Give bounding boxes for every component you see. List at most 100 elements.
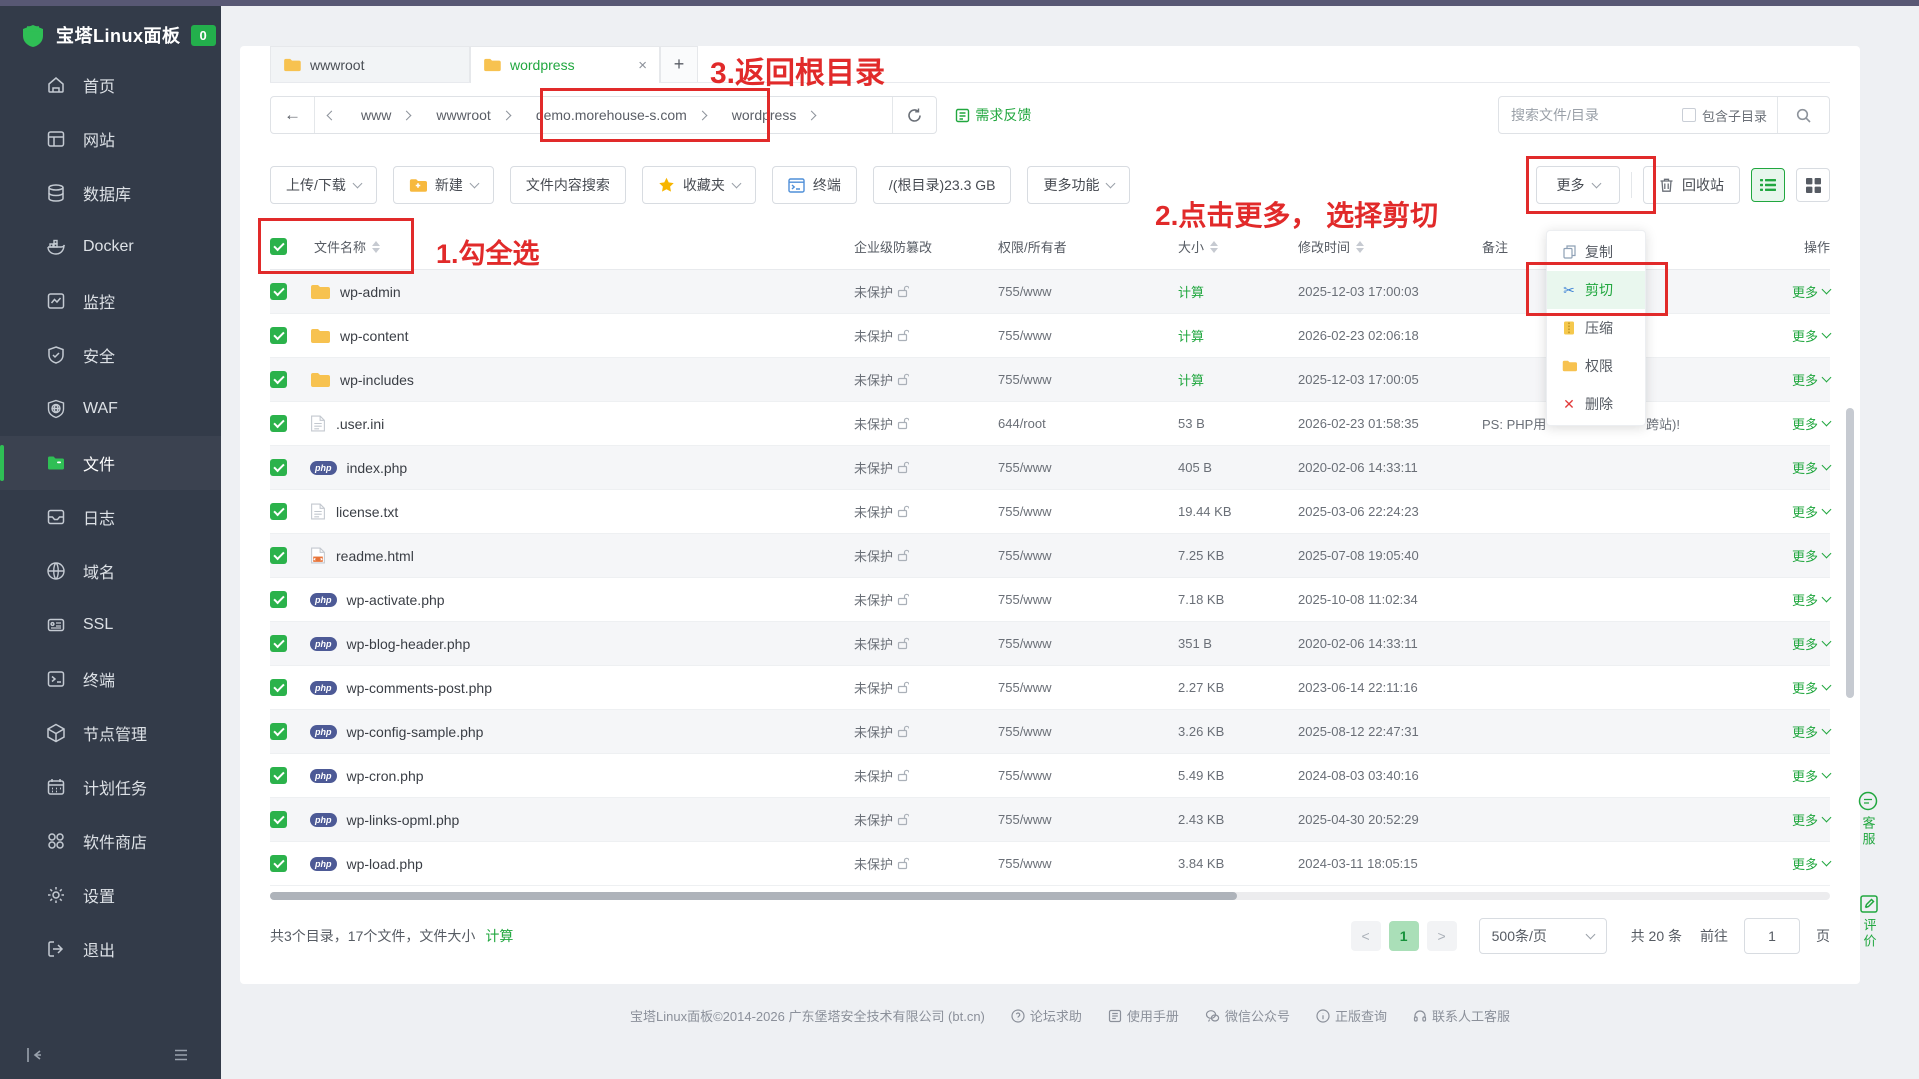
file-name[interactable]: .user.ini (336, 416, 384, 432)
file-name[interactable]: wp-blog-header.php (347, 636, 471, 652)
row-checkbox[interactable] (270, 371, 287, 388)
sidebar-item-database[interactable]: 数据库 (0, 166, 221, 220)
tab-wordpress[interactable]: wordpress × (470, 46, 660, 83)
sort-icon[interactable] (1356, 241, 1364, 253)
menu-item-delete[interactable]: ✕ 删除 (1547, 385, 1645, 423)
sidebar-item-website[interactable]: 网站 (0, 112, 221, 166)
row-checkbox[interactable] (270, 855, 287, 872)
recycle-bin-button[interactable]: 回收站 (1643, 166, 1740, 204)
file-name[interactable]: wp-links-opml.php (347, 812, 460, 828)
more-features-button[interactable]: 更多功能 (1027, 166, 1130, 204)
sidebar-item-logs[interactable]: 日志 (0, 490, 221, 544)
tab-close-icon[interactable]: × (638, 57, 647, 74)
row-more-button[interactable]: 更多 (1750, 326, 1830, 345)
more-button[interactable]: 更多 (1536, 166, 1620, 204)
row-checkbox[interactable] (270, 811, 287, 828)
breadcrumb-segment-wwwroot[interactable]: wwwroot (423, 97, 522, 133)
file-name[interactable]: wp-includes (340, 372, 414, 388)
message-count-badge[interactable]: 0 (191, 25, 216, 46)
row-more-button[interactable]: 更多 (1750, 502, 1830, 521)
file-name[interactable]: index.php (347, 460, 408, 476)
calc-total-size-link[interactable]: 计算 (485, 926, 513, 946)
row-checkbox[interactable] (270, 723, 287, 740)
sidebar-item-monitor[interactable]: 监控 (0, 274, 221, 328)
subdir-checkbox[interactable] (1682, 108, 1696, 122)
sidebar-item-appstore[interactable]: 软件商店 (0, 814, 221, 868)
row-more-button[interactable]: 更多 (1750, 546, 1830, 565)
table-row[interactable]: wp-blog-header.php 未保护 755/www 351 B 202… (270, 622, 1830, 666)
next-page-button[interactable]: > (1427, 921, 1457, 951)
table-row[interactable]: wp-activate.php 未保护 755/www 7.18 KB 2025… (270, 578, 1830, 622)
sort-icon[interactable] (1210, 241, 1218, 253)
breadcrumb-segment-site[interactable]: demo.morehouse-s.com (523, 97, 719, 133)
breadcrumb-path-input[interactable] (828, 97, 892, 133)
menu-item-cut[interactable]: ✂ 剪切 (1547, 271, 1645, 309)
row-more-button[interactable]: 更多 (1750, 722, 1830, 741)
refresh-button[interactable] (893, 97, 936, 133)
file-name[interactable]: wp-activate.php (347, 592, 445, 608)
sidebar-item-settings[interactable]: 设置 (0, 868, 221, 922)
row-more-button[interactable]: 更多 (1750, 414, 1830, 433)
upload-download-button[interactable]: 上传/下载 (270, 166, 377, 204)
new-tab-button[interactable]: + (660, 46, 698, 82)
table-row[interactable]: wp-links-opml.php 未保护 755/www 2.43 KB 20… (270, 798, 1830, 842)
row-more-button[interactable]: 更多 (1750, 854, 1830, 873)
file-name[interactable]: wp-admin (340, 284, 401, 300)
footer-link-wechat[interactable]: 微信公众号 (1205, 1006, 1290, 1025)
menu-item-perm[interactable]: 权限 (1547, 347, 1645, 385)
file-name[interactable]: readme.html (336, 548, 414, 564)
file-name[interactable]: wp-config-sample.php (347, 724, 484, 740)
include-subdir-option[interactable]: 包含子目录 (1682, 106, 1777, 125)
sidebar-item-docker[interactable]: Docker (0, 220, 221, 274)
file-name[interactable]: wp-comments-post.php (347, 680, 493, 696)
calc-size-link[interactable]: 计算 (1178, 282, 1298, 301)
file-name[interactable]: wp-cron.php (347, 768, 424, 784)
review-widget[interactable]: 评价 (1859, 894, 1879, 950)
table-row[interactable]: index.php 未保护 755/www 405 B 2020-02-06 1… (270, 446, 1830, 490)
row-checkbox[interactable] (270, 767, 287, 784)
sidebar-item-cron[interactable]: 计划任务 (0, 760, 221, 814)
footer-link-verify[interactable]: 正版查询 (1316, 1006, 1387, 1025)
grid-view-toggle[interactable] (1796, 168, 1830, 202)
row-checkbox[interactable] (270, 679, 287, 696)
tab-wwwroot[interactable]: wwwroot (270, 46, 470, 82)
row-checkbox[interactable] (270, 415, 287, 432)
sidebar-item-files[interactable]: 文件 (0, 436, 221, 490)
sidebar-item-terminal[interactable]: 终端 (0, 652, 221, 706)
horizontal-scrollbar-thumb[interactable] (270, 892, 1237, 900)
calc-size-link[interactable]: 计算 (1178, 326, 1298, 345)
vertical-scrollbar-thumb[interactable] (1846, 408, 1854, 698)
goto-page-input[interactable] (1744, 918, 1800, 954)
sidebar-collapse-icon[interactable] (24, 1045, 44, 1065)
sidebar-menu-icon[interactable] (171, 1045, 191, 1065)
select-all-checkbox[interactable] (270, 238, 287, 255)
table-row[interactable]: wp-comments-post.php 未保护 755/www 2.27 KB… (270, 666, 1830, 710)
search-button[interactable] (1777, 97, 1829, 133)
terminal-button[interactable]: 终端 (772, 166, 857, 204)
customer-service-widget[interactable]: 客服 (1857, 790, 1879, 848)
table-row[interactable]: wp-cron.php 未保护 755/www 5.49 KB 2024-08-… (270, 754, 1830, 798)
breadcrumb-segment-www[interactable]: www (348, 97, 423, 133)
row-more-button[interactable]: 更多 (1750, 766, 1830, 785)
search-input[interactable] (1499, 107, 1682, 123)
current-page-button[interactable]: 1 (1389, 921, 1419, 951)
calc-size-link[interactable]: 计算 (1178, 370, 1298, 389)
list-view-toggle[interactable] (1751, 168, 1785, 202)
row-checkbox[interactable] (270, 283, 287, 300)
column-header-tamper[interactable]: 企业级防篡改 (854, 237, 998, 256)
column-header-mtime[interactable]: 修改时间 (1298, 237, 1482, 256)
file-name[interactable]: wp-load.php (347, 856, 423, 872)
breadcrumb-segment-wordpress[interactable]: wordpress (719, 97, 829, 133)
row-more-button[interactable]: 更多 (1750, 678, 1830, 697)
sidebar-item-domain[interactable]: 域名 (0, 544, 221, 598)
per-page-select[interactable]: 500条/页 (1479, 918, 1607, 954)
row-more-button[interactable]: 更多 (1750, 458, 1830, 477)
favorites-button[interactable]: 收藏夹 (642, 166, 756, 204)
row-checkbox[interactable] (270, 591, 287, 608)
file-name[interactable]: wp-content (340, 328, 408, 344)
sidebar-item-ssl[interactable]: SSL (0, 598, 221, 652)
footer-link-forum[interactable]: 论坛求助 (1011, 1006, 1082, 1025)
row-checkbox[interactable] (270, 327, 287, 344)
sort-icon[interactable] (372, 241, 380, 253)
sidebar-item-waf[interactable]: WAF (0, 382, 221, 436)
